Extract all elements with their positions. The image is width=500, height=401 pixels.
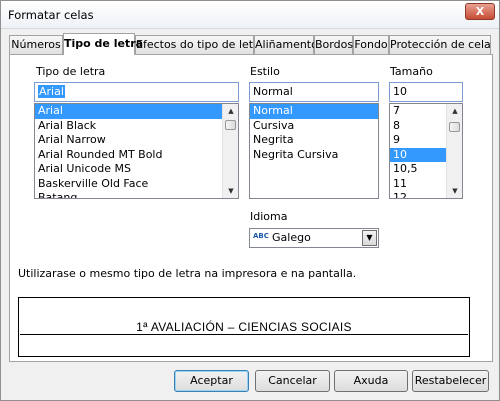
scroll-thumb[interactable]: [449, 122, 460, 132]
list-item[interactable]: 10: [390, 147, 446, 162]
list-item[interactable]: 12: [390, 191, 446, 198]
font-style-label: Estilo: [250, 65, 280, 78]
tab-font-effects[interactable]: Efectos do tipo de letra: [135, 35, 264, 54]
list-item[interactable]: Baskerville Old Face: [35, 177, 222, 192]
font-family-input[interactable]: Arial: [34, 82, 239, 102]
cancel-button[interactable]: Cancelar: [255, 370, 330, 392]
scroll-up-icon[interactable]: ▲: [447, 104, 462, 118]
scroll-thumb[interactable]: [225, 120, 236, 130]
title-bar: Formatar celas X: [1, 1, 499, 29]
format-cells-dialog: Formatar celas X Números Tipo de letra E…: [0, 0, 500, 401]
font-size-input[interactable]: 10: [389, 82, 463, 102]
list-item[interactable]: Arial Rounded MT Bold: [35, 148, 222, 163]
scroll-down-icon[interactable]: ▼: [223, 184, 238, 198]
help-button[interactable]: Axuda: [334, 370, 408, 392]
list-item[interactable]: Normal: [250, 104, 378, 119]
scroll-up-icon[interactable]: ▲: [223, 104, 238, 118]
list-item[interactable]: 11: [390, 177, 446, 192]
tab-font[interactable]: Tipo de letra: [63, 33, 143, 55]
list-item[interactable]: Cursiva: [250, 119, 378, 134]
list-item[interactable]: Arial: [35, 104, 222, 119]
font-info-text: Utilizarase o mesmo tipo de letra na imp…: [18, 267, 357, 280]
list-item[interactable]: Arial Unicode MS: [35, 162, 222, 177]
tab-bar: Números Tipo de letra Efectos do tipo de…: [9, 33, 493, 55]
tab-alignment[interactable]: Aliñamento: [254, 35, 318, 54]
font-family-list[interactable]: Arial Arial Black Arial Narrow Arial Rou…: [34, 103, 239, 199]
list-item[interactable]: Batang: [35, 191, 222, 198]
tab-numbers[interactable]: Números: [9, 35, 63, 54]
language-label: Idioma: [250, 210, 288, 223]
font-family-label: Tipo de letra: [36, 65, 106, 78]
preview-text-row: 1ª AVALIACIÓN – CIENCIAS SOCIAIS: [19, 320, 469, 334]
preview-sample-text: 1ª AVALIACIÓN – CIENCIAS SOCIAIS: [135, 320, 353, 334]
close-icon: X: [475, 5, 485, 18]
ok-button[interactable]: Aceptar: [174, 370, 249, 392]
size-list-scrollbar[interactable]: ▲ ▼: [446, 104, 462, 198]
list-item[interactable]: Arial Black: [35, 119, 222, 134]
list-item[interactable]: 10,5: [390, 162, 446, 177]
language-value: Galego: [272, 231, 311, 244]
font-list-scrollbar[interactable]: ▲ ▼: [222, 104, 238, 198]
tab-borders[interactable]: Bordos: [314, 35, 353, 54]
spellcheck-icon: ABC: [253, 232, 269, 240]
tab-cell-protection[interactable]: Protección de cela: [389, 35, 491, 54]
list-item[interactable]: 8: [390, 119, 446, 134]
list-item[interactable]: 7: [390, 104, 446, 119]
font-size-list[interactable]: 7 8 9 10 10,5 11 12 ▲ ▼: [389, 103, 463, 199]
language-select[interactable]: ABC Galego ▼: [249, 228, 379, 248]
tab-background[interactable]: Fondo: [353, 35, 389, 54]
font-family-input-value: Arial: [38, 85, 65, 98]
scroll-down-icon[interactable]: ▼: [447, 184, 462, 198]
font-size-label: Tamaño: [390, 65, 433, 78]
font-preview: 1ª AVALIACIÓN – CIENCIAS SOCIAIS: [18, 297, 470, 357]
close-button[interactable]: X: [465, 3, 495, 20]
list-item[interactable]: Arial Narrow: [35, 133, 222, 148]
list-item[interactable]: Negrita: [250, 133, 378, 148]
list-item[interactable]: Negrita Cursiva: [250, 148, 378, 163]
font-style-list[interactable]: Normal Cursiva Negrita Negrita Cursiva: [249, 103, 379, 199]
preview-baseline: [20, 334, 468, 335]
window-title: Formatar celas: [8, 8, 94, 22]
reset-button[interactable]: Restabelecer: [412, 370, 489, 392]
list-item[interactable]: 9: [390, 133, 446, 148]
font-style-input[interactable]: Normal: [249, 82, 379, 102]
chevron-down-icon[interactable]: ▼: [362, 230, 377, 246]
